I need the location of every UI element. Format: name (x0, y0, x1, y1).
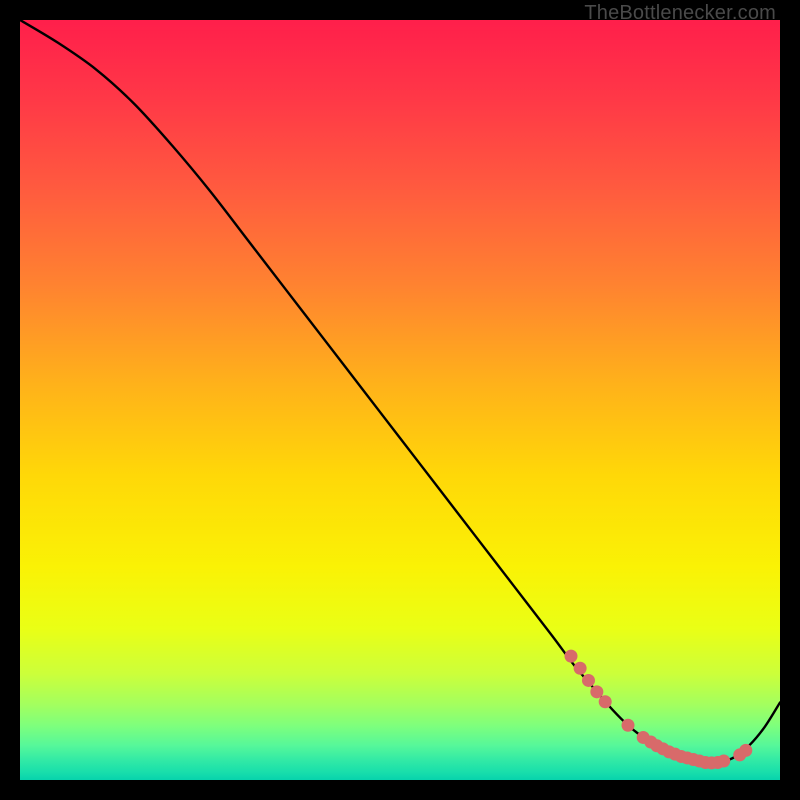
gradient-background (20, 20, 780, 780)
attribution-text: TheBottlenecker.com (584, 2, 776, 25)
chart-frame (20, 20, 780, 780)
plot-area (20, 20, 780, 780)
